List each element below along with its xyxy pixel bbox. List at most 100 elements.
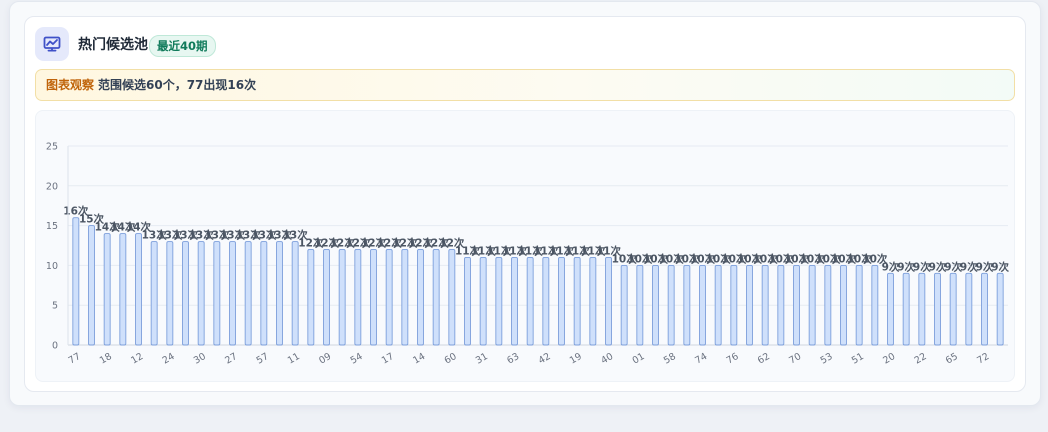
bar[interactable] <box>260 241 268 346</box>
x-tick-label: 11 <box>286 351 302 367</box>
bar[interactable] <box>667 264 675 346</box>
bar[interactable] <box>683 264 691 346</box>
x-tick-label: 31 <box>474 351 490 367</box>
bar[interactable] <box>526 256 534 346</box>
x-tick-label: 70 <box>787 351 803 367</box>
x-tick-label: 53 <box>819 351 835 367</box>
bar[interactable] <box>229 241 236 346</box>
card-title: 热门候选池 <box>78 37 148 53</box>
bar[interactable] <box>135 233 142 346</box>
bar[interactable] <box>511 256 518 346</box>
x-tick-label: 77 <box>67 351 83 367</box>
bar[interactable] <box>949 272 957 346</box>
bar[interactable] <box>213 241 221 346</box>
x-tick-label: 20 <box>881 351 897 367</box>
bar[interactable] <box>338 249 346 346</box>
bar[interactable] <box>871 264 879 346</box>
x-tick-label: 22 <box>913 351 929 367</box>
bar[interactable] <box>103 233 111 346</box>
bar[interactable] <box>182 241 189 346</box>
label-layer: 16次15次14次14次14次13次13次13次13次13次13次13次13次1… <box>63 205 1009 274</box>
bar[interactable] <box>166 241 174 346</box>
bar[interactable] <box>652 264 659 346</box>
bar-chart: 16次15次14次14次14次13次13次13次13次13次13次13次13次1… <box>46 142 1010 367</box>
bar[interactable] <box>323 249 330 346</box>
bar[interactable] <box>620 264 628 346</box>
x-tick-label: 19 <box>568 351 584 367</box>
bar[interactable] <box>573 256 581 346</box>
bar[interactable] <box>902 272 910 346</box>
x-tick-label: 18 <box>98 351 114 367</box>
bar[interactable] <box>542 256 550 346</box>
bar[interactable] <box>589 256 597 346</box>
bar[interactable] <box>150 241 158 346</box>
bar[interactable] <box>464 256 471 346</box>
bar[interactable] <box>307 249 315 346</box>
bar[interactable] <box>401 249 409 346</box>
bar[interactable] <box>276 241 283 346</box>
bar[interactable] <box>417 249 424 346</box>
x-tick-label: 72 <box>975 351 991 367</box>
chart-trend-icon-glyph <box>43 36 61 52</box>
bar[interactable] <box>495 256 503 346</box>
bar-value-label: 9次 <box>991 260 1009 273</box>
bar[interactable] <box>699 264 706 346</box>
bar[interactable] <box>840 264 847 346</box>
bar-chart-container: 16次 15次 14次 14次 14次 13次 13次 13次 13次 13次 13次 13次 13次 1… <box>35 110 1015 382</box>
y-tick-label: 15 <box>46 221 58 232</box>
bar[interactable] <box>714 264 722 346</box>
x-tick-label: 60 <box>443 351 459 367</box>
bar[interactable] <box>746 264 753 346</box>
x-tick-label: 57 <box>255 351 271 367</box>
bar[interactable] <box>996 272 1004 346</box>
bar[interactable] <box>824 264 832 346</box>
bar[interactable] <box>605 256 612 346</box>
chart-trend-icon <box>35 27 69 61</box>
bar[interactable] <box>855 264 863 346</box>
bar[interactable] <box>934 272 941 346</box>
bar[interactable] <box>432 249 440 346</box>
bar[interactable] <box>965 272 973 346</box>
bar[interactable] <box>370 249 377 346</box>
observation-text: 范围候选60个，77出现16次 <box>98 78 257 92</box>
bar[interactable] <box>244 241 252 346</box>
y-tick-label: 10 <box>46 261 58 272</box>
bar[interactable] <box>72 217 80 346</box>
x-tick-label: 51 <box>850 351 866 367</box>
bar[interactable] <box>88 225 95 346</box>
y-tick-label: 0 <box>52 341 58 352</box>
bar[interactable] <box>197 241 205 346</box>
bar[interactable] <box>636 264 644 346</box>
bar[interactable] <box>119 233 127 346</box>
x-tick-label: 62 <box>756 351 772 367</box>
bar[interactable] <box>558 256 565 346</box>
bar[interactable] <box>730 264 738 346</box>
bar[interactable] <box>761 264 769 346</box>
bar[interactable] <box>385 249 393 346</box>
bar[interactable] <box>448 249 456 346</box>
x-tick-label: 63 <box>505 351 521 367</box>
observation-label: 图表观察 <box>46 78 95 92</box>
period-badge: 最近40期 <box>149 35 216 57</box>
bar[interactable] <box>479 256 487 346</box>
x-tick-label: 09 <box>317 351 333 367</box>
x-tick-label: 27 <box>223 351 239 367</box>
x-tick-label: 40 <box>599 351 615 367</box>
x-tick-label: 01 <box>631 351 647 367</box>
bar[interactable] <box>918 272 926 346</box>
bar[interactable] <box>793 264 800 346</box>
x-tick-label: 58 <box>662 351 678 367</box>
bar[interactable] <box>291 241 299 346</box>
x-tick-label: 42 <box>537 351 553 367</box>
bar[interactable] <box>887 272 894 346</box>
bar[interactable] <box>777 264 785 346</box>
y-tick-label: 5 <box>52 301 58 312</box>
x-tick-label: 65 <box>944 351 960 367</box>
bar[interactable] <box>354 249 362 346</box>
bar[interactable] <box>981 272 988 346</box>
y-tick-label: 25 <box>46 142 58 153</box>
x-tick-label: 12 <box>129 351 145 367</box>
bar[interactable] <box>808 264 816 346</box>
x-tick-label: 76 <box>725 351 741 367</box>
panel-outer: 热门候选池 最近40期 图表观察 范围候选60个，77出现16次 16次 15次 1… <box>9 1 1041 406</box>
